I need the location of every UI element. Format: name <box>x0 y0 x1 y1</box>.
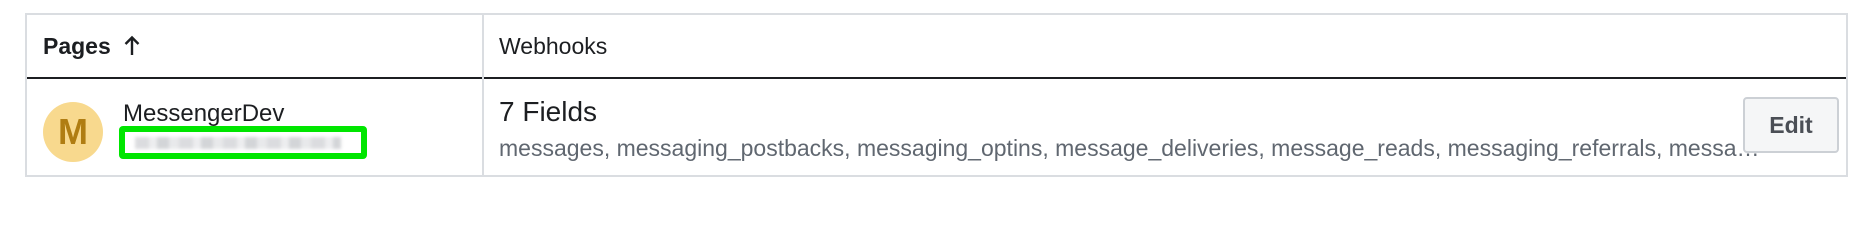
edit-button[interactable]: Edit <box>1743 97 1839 153</box>
fields-list: messages, messaging_postbacks, messaging… <box>499 135 1761 161</box>
page-id-redacted <box>135 136 341 149</box>
page-id-highlight <box>119 126 367 159</box>
column-header-pages[interactable]: Pages <box>43 15 141 77</box>
column-header-webhooks-label: Webhooks <box>499 32 608 59</box>
arrow-up-icon <box>124 35 140 55</box>
column-header-pages-label: Pages <box>43 32 111 59</box>
table-header-row: Pages Webhooks <box>27 15 1846 79</box>
webhooks-table: Pages Webhooks M MessengerDev 7 Fields m… <box>25 13 1848 177</box>
avatar: M <box>43 102 103 162</box>
fields-count: 7 Fields <box>499 96 598 127</box>
table-row: M MessengerDev 7 Fields messages, messag… <box>27 79 1846 175</box>
page-name: MessengerDev <box>123 100 285 127</box>
column-header-webhooks: Webhooks <box>499 15 607 77</box>
